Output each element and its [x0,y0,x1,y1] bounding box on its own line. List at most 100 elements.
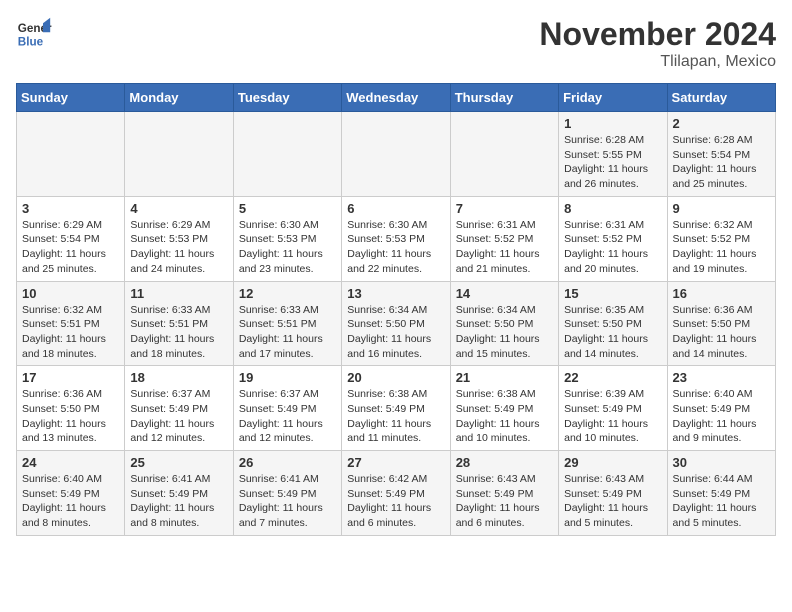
title-block: November 2024 Tlilapan, Mexico [539,16,776,71]
day-info: Sunrise: 6:40 AMSunset: 5:49 PMDaylight:… [22,472,119,531]
calendar-cell [125,112,233,197]
day-number: 26 [239,455,336,470]
calendar-cell: 26 Sunrise: 6:41 AMSunset: 5:49 PMDayligh… [233,451,341,536]
calendar-cell [233,112,341,197]
logo: General Blue [16,16,52,52]
weekday-header-tuesday: Tuesday [233,84,341,112]
calendar-cell: 20 Sunrise: 6:38 AMSunset: 5:49 PMDayligh… [342,366,450,451]
calendar-cell: 14 Sunrise: 6:34 AMSunset: 5:50 PMDayligh… [450,281,558,366]
day-number: 20 [347,370,444,385]
calendar-cell: 7 Sunrise: 6:31 AMSunset: 5:52 PMDaylight… [450,196,558,281]
calendar-cell: 15 Sunrise: 6:35 AMSunset: 5:50 PMDayligh… [559,281,667,366]
calendar-body: 1 Sunrise: 6:28 AMSunset: 5:55 PMDaylight… [17,112,776,536]
weekday-header-monday: Monday [125,84,233,112]
day-number: 4 [130,201,227,216]
calendar-table: SundayMondayTuesdayWednesdayThursdayFrid… [16,83,776,536]
calendar-week-4: 17Sunrise: 6:36 AMSunset: 5:50 PMDayligh… [17,366,776,451]
calendar-cell: 6Sunrise: 6:30 AMSunset: 5:53 PMDaylight… [342,196,450,281]
day-number: 11 [130,286,227,301]
calendar-cell: 3 Sunrise: 6:29 AMSunset: 5:54 PMDaylight… [17,196,125,281]
weekday-header-saturday: Saturday [667,84,775,112]
calendar-cell: 2Sunrise: 6:28 AMSunset: 5:54 PMDaylight… [667,112,775,197]
calendar-week-1: 1 Sunrise: 6:28 AMSunset: 5:55 PMDaylight… [17,112,776,197]
day-info: Sunrise: 6:34 AMSunset: 5:50 PMDaylight:… [347,303,444,362]
calendar-cell: 16Sunrise: 6:36 AMSunset: 5:50 PMDayligh… [667,281,775,366]
day-number: 10 [22,286,119,301]
day-info: Sunrise: 6:29 AMSunset: 5:53 PMDaylight:… [130,218,227,277]
calendar-cell [342,112,450,197]
calendar-cell: 10 Sunrise: 6:32 AMSunset: 5:51 PMDayligh… [17,281,125,366]
calendar-cell: 21 Sunrise: 6:38 AMSunset: 5:49 PMDayligh… [450,366,558,451]
day-info: Sunrise: 6:43 AMSunset: 5:49 PMDaylight:… [564,472,661,531]
day-info: Sunrise: 6:32 AMSunset: 5:51 PMDaylight:… [22,303,119,362]
day-info: Sunrise: 6:31 AMSunset: 5:52 PMDaylight:… [564,218,661,277]
day-number: 1 [564,116,661,131]
calendar-week-2: 3 Sunrise: 6:29 AMSunset: 5:54 PMDaylight… [17,196,776,281]
day-number: 24 [22,455,119,470]
calendar-cell: 1 Sunrise: 6:28 AMSunset: 5:55 PMDaylight… [559,112,667,197]
day-info: Sunrise: 6:44 AMSunset: 5:49 PMDaylight:… [673,472,770,531]
calendar-cell [450,112,558,197]
day-info: Sunrise: 6:39 AMSunset: 5:49 PMDaylight:… [564,387,661,446]
calendar-cell: 19 Sunrise: 6:37 AMSunset: 5:49 PMDayligh… [233,366,341,451]
day-number: 5 [239,201,336,216]
weekday-header-friday: Friday [559,84,667,112]
day-info: Sunrise: 6:37 AMSunset: 5:49 PMDaylight:… [239,387,336,446]
weekday-row: SundayMondayTuesdayWednesdayThursdayFrid… [17,84,776,112]
weekday-header-thursday: Thursday [450,84,558,112]
day-number: 25 [130,455,227,470]
day-info: Sunrise: 6:38 AMSunset: 5:49 PMDaylight:… [347,387,444,446]
day-number: 9 [673,201,770,216]
calendar-cell: 17Sunrise: 6:36 AMSunset: 5:50 PMDayligh… [17,366,125,451]
calendar-cell: 8 Sunrise: 6:31 AMSunset: 5:52 PMDaylight… [559,196,667,281]
day-number: 19 [239,370,336,385]
day-number: 15 [564,286,661,301]
calendar-cell: 25Sunrise: 6:41 AMSunset: 5:49 PMDayligh… [125,451,233,536]
calendar-week-3: 10 Sunrise: 6:32 AMSunset: 5:51 PMDayligh… [17,281,776,366]
day-info: Sunrise: 6:32 AMSunset: 5:52 PMDaylight:… [673,218,770,277]
day-info: Sunrise: 6:41 AMSunset: 5:49 PMDaylight:… [239,472,336,531]
logo-icon: General Blue [16,16,52,52]
day-info: Sunrise: 6:34 AMSunset: 5:50 PMDaylight:… [456,303,553,362]
day-number: 7 [456,201,553,216]
weekday-header-wednesday: Wednesday [342,84,450,112]
day-info: Sunrise: 6:37 AMSunset: 5:49 PMDaylight:… [130,387,227,446]
day-number: 17 [22,370,119,385]
day-number: 6 [347,201,444,216]
day-number: 29 [564,455,661,470]
calendar-cell: 13 Sunrise: 6:34 AMSunset: 5:50 PMDayligh… [342,281,450,366]
day-info: Sunrise: 6:36 AMSunset: 5:50 PMDaylight:… [673,303,770,362]
day-number: 14 [456,286,553,301]
day-number: 8 [564,201,661,216]
calendar-cell: 4 Sunrise: 6:29 AMSunset: 5:53 PMDaylight… [125,196,233,281]
day-number: 12 [239,286,336,301]
day-number: 2 [673,116,770,131]
day-number: 21 [456,370,553,385]
day-info: Sunrise: 6:31 AMSunset: 5:52 PMDaylight:… [456,218,553,277]
day-number: 13 [347,286,444,301]
day-info: Sunrise: 6:42 AMSunset: 5:49 PMDaylight:… [347,472,444,531]
day-number: 18 [130,370,227,385]
day-info: Sunrise: 6:33 AMSunset: 5:51 PMDaylight:… [239,303,336,362]
day-number: 30 [673,455,770,470]
day-number: 22 [564,370,661,385]
month-title: November 2024 [539,16,776,53]
page-header: General Blue November 2024 Tlilapan, Mex… [16,16,776,71]
day-info: Sunrise: 6:40 AMSunset: 5:49 PMDaylight:… [673,387,770,446]
calendar-header: SundayMondayTuesdayWednesdayThursdayFrid… [17,84,776,112]
calendar-cell: 30 Sunrise: 6:44 AMSunset: 5:49 PMDayligh… [667,451,775,536]
day-info: Sunrise: 6:29 AMSunset: 5:54 PMDaylight:… [22,218,119,277]
weekday-header-sunday: Sunday [17,84,125,112]
day-info: Sunrise: 6:43 AMSunset: 5:49 PMDaylight:… [456,472,553,531]
day-info: Sunrise: 6:38 AMSunset: 5:49 PMDaylight:… [456,387,553,446]
calendar-cell: 11Sunrise: 6:33 AMSunset: 5:51 PMDayligh… [125,281,233,366]
day-number: 3 [22,201,119,216]
day-info: Sunrise: 6:30 AMSunset: 5:53 PMDaylight:… [239,218,336,277]
day-number: 23 [673,370,770,385]
day-number: 28 [456,455,553,470]
day-number: 27 [347,455,444,470]
day-info: Sunrise: 6:35 AMSunset: 5:50 PMDaylight:… [564,303,661,362]
calendar-cell: 23 Sunrise: 6:40 AMSunset: 5:49 PMDayligh… [667,366,775,451]
day-info: Sunrise: 6:28 AMSunset: 5:55 PMDaylight:… [564,133,661,192]
calendar-cell [17,112,125,197]
